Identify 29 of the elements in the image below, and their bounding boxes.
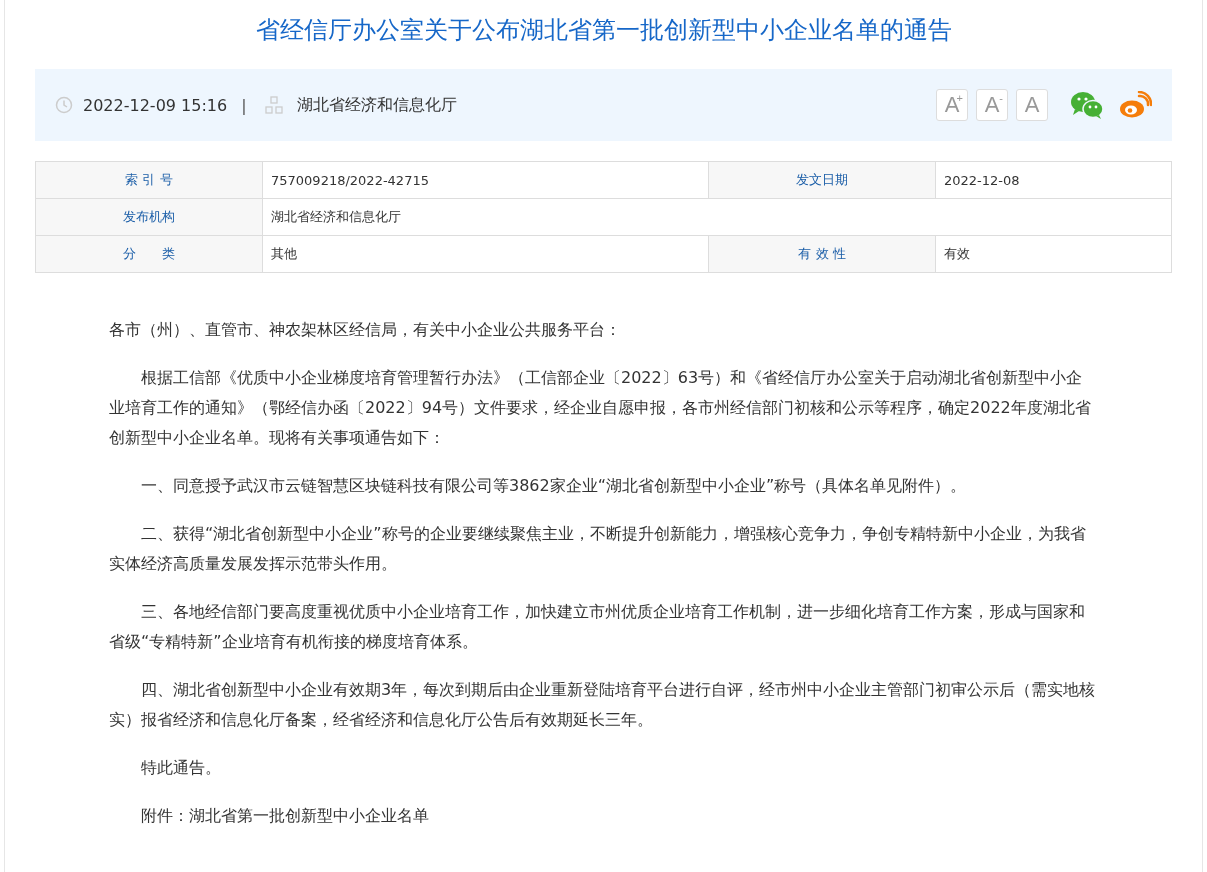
publish-datetime: 2022-12-09 15:16 — [83, 95, 228, 115]
publisher-name: 湖北省经济和信息化厅 — [296, 94, 457, 116]
table-label-cell: 分 类 — [35, 235, 263, 273]
separator: | — [241, 95, 247, 115]
body-paragraph: 根据工信部《优质中小企业梯度培育管理暂行办法》（工信部企业〔2022〕63号）和《省经信厅办公室关于启动湖北省创新型中小企业培育工作的通知》（鄂经信办函〔2022〕94号）文件要求，经企业自愿申报，各市州经信部门初核和公示等程序，确定2022年度湖北省创新型中小企业名单。现将有关事项通告如下： — [109, 367, 1092, 449]
organization-icon — [264, 96, 283, 114]
body-paragraph: 附件：湖北省第一批创新型中小企业名单 — [140, 805, 430, 827]
body-paragraph: 一、同意授予武汉市云链智慧区块链科技有限公司等3862家企业“湖北省创新型中小企业”称号（具体名单见附件）。 — [140, 475, 968, 497]
body-paragraph: 二、获得“湖北省创新型中小企业”称号的企业要继续聚焦主业，不断提升创新能力，增强核心竞争力，争创专精特新中小企业，为我省实体经济高质量发展发挥示范带头作用。 — [109, 523, 1087, 575]
salutation-line: 各市（州）、直管市、神农架林区经信局，有关中小企业公共服务平台： — [109, 319, 622, 341]
table-value-cell: 湖北省经济和信息化厅 — [262, 198, 1172, 236]
table-value-cell: 有效 — [935, 235, 1172, 273]
table-value-cell: 2022-12-08 — [935, 161, 1172, 199]
table-value-cell: 其他 — [262, 235, 709, 273]
table-label-cell: 索 引 号 — [35, 161, 263, 199]
table-value-cell: 757009218/2022-42715 — [262, 161, 709, 199]
font-size-button[interactable]: A — [1016, 89, 1048, 121]
table-label-cell: 有 效 性 — [708, 235, 936, 273]
body-paragraph: 三、各地经信部门要高度重视优质中小企业培育工作，加快建立市州优质企业培育工作机制，进一步细化培育工作方案，形成与国家和省级“专精特新”企业培育有机衔接的梯度培育体系。 — [109, 601, 1086, 653]
font-size-button[interactable]: A$^{+}$ — [936, 89, 968, 121]
body-paragraph: 特此通告。 — [140, 757, 222, 779]
clock-icon — [55, 96, 73, 114]
article-title: 省经信厅办公室关于公布湖北省第一批创新型中小企业名单的通告 — [255, 15, 952, 46]
table-label-cell: 发文日期 — [708, 161, 936, 199]
weibo-icon[interactable] — [1120, 91, 1152, 119]
font-size-button[interactable]: A$^{-}$ — [976, 89, 1008, 121]
wechat-icon[interactable] — [1070, 91, 1104, 119]
table-label-cell: 发布机构 — [35, 198, 263, 236]
body-paragraph: 四、湖北省创新型中小企业有效期3年，每次到期后由企业重新登陆培育平台进行自评，经市州中小企业主管部门初审公示后（需实地核实）报省经济和信息化厅备案，经省经济和信息化厅公告后有效期延长三年。 — [109, 679, 1097, 731]
